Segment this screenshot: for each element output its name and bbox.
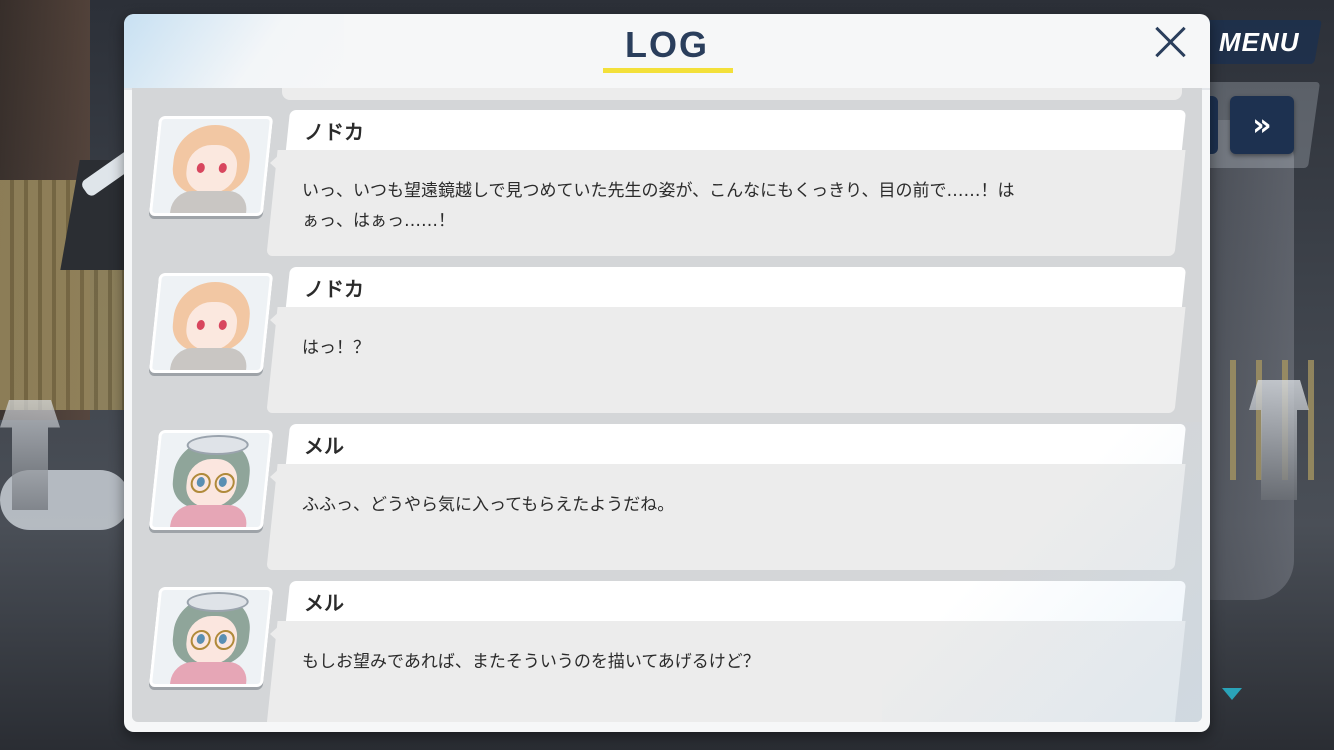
menu-label: MENU — [1218, 26, 1300, 57]
log-scroll-area[interactable]: ノドカ いっ、いつも望遠鏡越しで見つめていた先生の姿が、こんなにもくっきり、目の… — [132, 88, 1202, 722]
message-text: もしお望みであれば、またそういうのを描いてあげるけど？ — [302, 652, 760, 672]
log-panel: LOG ノドカ いっ、いつも望遠鏡越しで見つめていた先生の姿が、こんなにもくっき… — [124, 14, 1210, 732]
log-entry: メル もしお望みであれば、またそういうのを描いてあげるけど？ — [132, 571, 1202, 722]
message-text: いっ、いつも望遠鏡越しで見つめていた先生の姿が、こんなにもくっきり、目の前で……… — [302, 181, 1015, 231]
speaker-name: ノドカ — [304, 120, 364, 144]
scroll-down-arrow-icon[interactable] — [1222, 688, 1242, 700]
close-icon[interactable] — [1150, 22, 1190, 62]
speaker-plate — [285, 424, 1187, 464]
message-text: ふふっ、どうやら気に入ってもらえたようだね。 — [302, 495, 675, 515]
speaker-name: メル — [304, 434, 344, 458]
log-entry: ノドカ いっ、いつも望遠鏡越しで見つめていた先生の姿が、こんなにもくっきり、目の… — [132, 100, 1202, 256]
fast-forward-button[interactable]: » — [1230, 96, 1294, 154]
bubble-tail — [270, 311, 280, 329]
log-header: LOG — [124, 14, 1210, 90]
speaker-name: メル — [304, 591, 344, 615]
meru-portrait-icon — [148, 430, 274, 530]
log-entry: ノドカ はっ！？ — [132, 257, 1202, 413]
previous-entry-edge — [282, 88, 1182, 100]
title-underline — [603, 68, 733, 73]
meru-portrait-icon — [148, 587, 274, 687]
message-text: はっ！？ — [302, 338, 370, 358]
nodoka-portrait-icon — [148, 116, 274, 216]
nodoka-portrait-icon — [148, 273, 274, 373]
log-entry: メル ふふっ、どうやら気に入ってもらえたようだね。 — [132, 414, 1202, 570]
speaker-name: ノドカ — [304, 277, 364, 301]
bubble-tail — [270, 468, 280, 486]
menu-button[interactable]: MENU — [1196, 20, 1322, 64]
bubble-tail — [270, 625, 280, 643]
bubble-tail — [270, 154, 280, 172]
speaker-plate — [285, 267, 1187, 307]
speaker-plate — [285, 581, 1187, 621]
log-title: LOG — [625, 24, 709, 65]
speaker-plate — [285, 110, 1187, 150]
fast-forward-icon: » — [1252, 107, 1272, 143]
